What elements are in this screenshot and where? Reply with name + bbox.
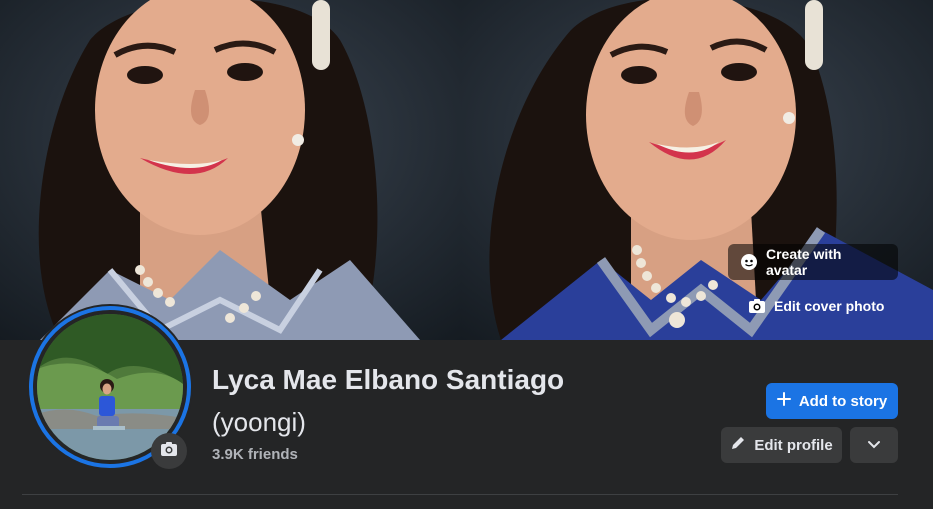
edit-profile-button[interactable]: Edit profile	[721, 427, 842, 463]
profile-name: Lyca Mae Elbano Santiago	[212, 364, 565, 395]
pencil-icon	[730, 435, 746, 455]
cover-photo[interactable]: Create with avatar Edit cover photo	[0, 0, 933, 340]
edit-profile-label: Edit profile	[754, 436, 833, 454]
plus-icon	[776, 392, 791, 410]
camera-icon	[748, 297, 766, 315]
camera-icon	[160, 441, 178, 462]
chevron-down-icon	[867, 437, 881, 454]
cover-photo-left-portrait	[0, 0, 461, 340]
add-to-story-button[interactable]: Add to story	[766, 383, 898, 419]
avatar-face-icon	[740, 253, 758, 271]
profile-alternate-name: (yoongi)	[212, 407, 306, 437]
edit-cover-photo-label: Edit cover photo	[774, 298, 885, 314]
header-divider	[22, 494, 898, 495]
edit-cover-photo-button[interactable]: Edit cover photo	[736, 288, 898, 324]
create-with-avatar-button[interactable]: Create with avatar	[728, 244, 898, 280]
add-to-story-label: Add to story	[798, 392, 888, 410]
update-profile-picture-button[interactable]	[151, 433, 187, 469]
friends-count-link[interactable]: 3.9K friends	[212, 446, 298, 463]
more-options-button[interactable]	[850, 427, 898, 463]
create-with-avatar-label: Create with avatar	[766, 246, 842, 278]
